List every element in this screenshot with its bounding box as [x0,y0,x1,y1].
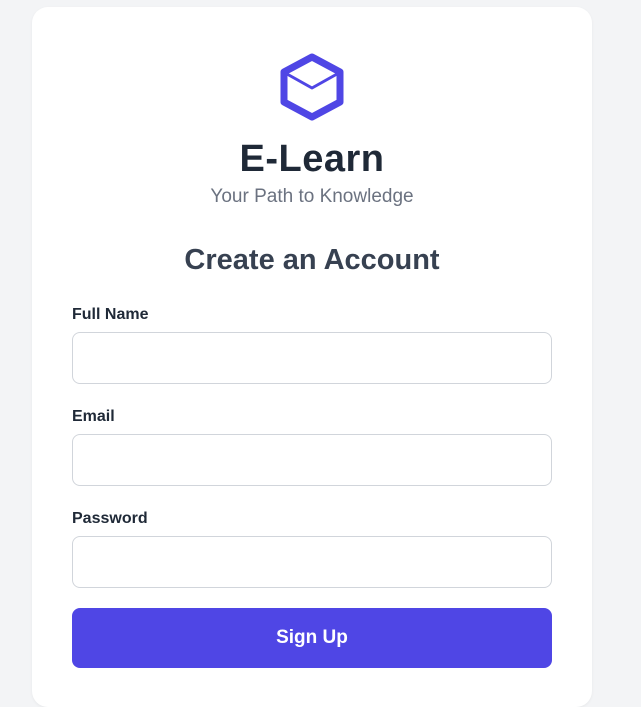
full-name-input[interactable] [72,332,552,384]
brand-tagline: Your Path to Knowledge [210,186,414,207]
password-input[interactable] [72,536,552,588]
password-label: Password [72,510,148,527]
brand-name: E-Learn [239,138,385,180]
cube-icon [280,53,344,121]
form-heading: Create an Account [184,244,440,276]
email-label: Email [72,408,115,425]
sign-up-button[interactable]: Sign Up [72,608,552,668]
signup-card: E-Learn Your Path to Knowledge Create an… [32,7,592,707]
full-name-label: Full Name [72,306,149,323]
email-input[interactable] [72,434,552,486]
